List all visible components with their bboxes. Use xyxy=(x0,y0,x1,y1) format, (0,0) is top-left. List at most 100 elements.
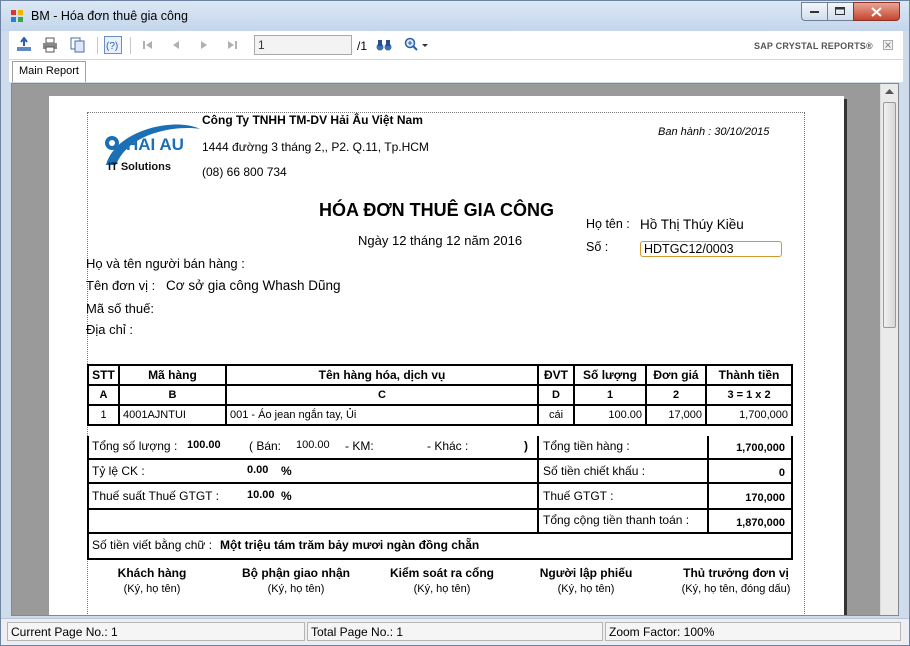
table-cell: 001 - Áo jean ngắn tay, Ủi xyxy=(225,404,539,426)
sale-value: 100.00 xyxy=(296,439,330,451)
signature-title: Bộ phận giao nhận xyxy=(242,566,350,580)
column-header: ĐVT xyxy=(537,364,575,386)
export-button[interactable] xyxy=(15,36,33,54)
page-number-input[interactable] xyxy=(254,35,352,55)
report-viewport[interactable]: HAI AU IT Solutions Công Ty TNHH TM-DV H… xyxy=(11,83,899,616)
report-toolbar: (?) /1 SAP CRYSTAL REPORTS® xyxy=(9,31,903,60)
column-subheader: A xyxy=(87,384,120,406)
summary-line xyxy=(89,532,791,534)
summary-divider xyxy=(537,436,539,532)
column-subheader: D xyxy=(537,384,575,406)
company-name: Công Ty TNHH TM-DV Hải Âu Việt Nam xyxy=(202,113,423,127)
export-icon xyxy=(17,37,31,51)
signature-title: Kiểm soát ra cổng xyxy=(389,566,495,580)
app-icon xyxy=(11,10,23,22)
zoom-icon xyxy=(404,37,428,51)
total-qty-label: Tổng số lượng : xyxy=(92,439,178,453)
unit-value: Cơ sở gia công Whash Dũng xyxy=(166,278,341,293)
tab-bar: Main Report xyxy=(9,60,903,82)
summary-line xyxy=(89,508,791,510)
table-row: 1 4001AJNTUI 001 - Áo jean ngắn tay, Ủi … xyxy=(87,404,793,426)
signature-preparer: Người lập phiếu (Ký, họ tên) xyxy=(511,566,661,595)
window-title: BM - Hóa đơn thuê gia công xyxy=(31,9,188,23)
invoice-date: Ngày 12 tháng 12 năm 2016 xyxy=(358,233,523,248)
company-phone: (08) 66 800 734 xyxy=(202,165,287,179)
customer-name-label: Họ tên : xyxy=(586,217,630,231)
vat-rate-value: 10.00 xyxy=(247,489,275,501)
vat-amount-value: 170,000 xyxy=(745,492,785,504)
grand-total-value: 1,870,000 xyxy=(736,517,785,529)
zoom-dropdown[interactable] xyxy=(403,36,433,54)
close-button[interactable] xyxy=(853,2,900,21)
discount-amount-label: Số tiền chiết khấu : xyxy=(543,464,646,478)
column-subheader: 2 xyxy=(645,384,707,406)
print-button[interactable] xyxy=(41,36,59,54)
grand-total-label: Tổng cộng tiền thanh toán : xyxy=(543,513,690,527)
report-page: HAI AU IT Solutions Công Ty TNHH TM-DV H… xyxy=(49,96,844,615)
sale-label: ( Bán: xyxy=(249,439,282,453)
copy-icon xyxy=(70,37,85,53)
previous-page-button[interactable] xyxy=(167,36,185,54)
first-page-icon xyxy=(143,41,152,49)
first-page-button[interactable] xyxy=(139,36,157,54)
km-label: - KM: xyxy=(345,439,374,453)
status-bar: Current Page No.: 1 Total Page No.: 1 Zo… xyxy=(1,618,909,645)
column-header: Đơn giá xyxy=(645,364,707,386)
invoice-number: HDTGC12/0003 xyxy=(640,241,782,257)
column-subheader: 1 xyxy=(573,384,647,406)
signature-customer: Khách hàng (Ký, họ tên) xyxy=(77,566,227,595)
signature-director: Thủ trưởng đơn vị (Ký, họ tên, đóng dấu) xyxy=(661,566,811,595)
close-icon xyxy=(883,40,893,50)
summary-line xyxy=(89,458,791,460)
amount-in-words: Một triệu tám trăm bảy mươi ngàn đồng ch… xyxy=(220,538,480,552)
logo-text: HAI AU xyxy=(126,135,184,154)
vertical-scrollbar[interactable] xyxy=(880,84,898,615)
column-header: STT xyxy=(87,364,120,386)
summary-divider xyxy=(707,436,709,532)
table-cell: cái xyxy=(537,404,575,426)
table-cell: 17,000 xyxy=(645,404,707,426)
next-page-button[interactable] xyxy=(195,36,213,54)
column-header: Mã hàng xyxy=(118,364,227,386)
previous-page-icon xyxy=(173,41,179,49)
issued-date: Ban hành : 30/10/2015 xyxy=(658,126,770,138)
page-total: /1 xyxy=(357,39,368,53)
company-address: 1444 đường 3 tháng 2,, P2. Q.11, Tp.HCM xyxy=(202,140,429,154)
signature-title: Khách hàng xyxy=(117,566,187,580)
discount-amount-value: 0 xyxy=(778,467,785,479)
copy-button[interactable] xyxy=(69,36,87,54)
maximize-button[interactable] xyxy=(827,2,854,21)
toolbar-separator xyxy=(130,37,131,54)
column-subheader: B xyxy=(118,384,227,406)
maximize-icon xyxy=(835,7,845,15)
vat-rate-label: Thuế suất Thuế GTGT : xyxy=(92,489,219,503)
minimize-button[interactable] xyxy=(801,2,828,21)
discount-rate-label: Tỷ lệ CK : xyxy=(92,464,145,478)
zoom-factor-status: Zoom Factor: 100% xyxy=(605,622,901,641)
total-qty-value: 100.00 xyxy=(187,439,221,451)
title-bar[interactable]: BM - Hóa đơn thuê gia công xyxy=(1,1,909,31)
last-page-icon xyxy=(228,41,237,49)
find-button[interactable] xyxy=(375,36,393,54)
printer-icon xyxy=(43,37,57,53)
close-icon xyxy=(871,6,882,17)
table-cell: 100.00 xyxy=(573,404,647,426)
discount-percent: % xyxy=(281,464,292,478)
total-goods-value: 1,700,000 xyxy=(736,442,785,454)
scrollbar-thumb[interactable] xyxy=(883,102,896,328)
next-page-icon xyxy=(201,41,207,49)
tab-main-report[interactable]: Main Report xyxy=(12,61,86,82)
app-window: BM - Hóa đơn thuê gia công (?) /1 SAP CR… xyxy=(0,0,910,646)
signature-delivery: Bộ phận giao nhận (Ký, họ tên) xyxy=(221,566,371,595)
column-header: Tên hàng hóa, dịch vụ xyxy=(225,364,539,386)
logo-subtext: IT Solutions xyxy=(108,161,171,173)
signature-sub: (Ký, họ tên, đóng dấu) xyxy=(681,583,791,595)
last-page-button[interactable] xyxy=(223,36,241,54)
column-subheader: 3 = 1 x 2 xyxy=(705,384,793,406)
group-tree-icon: (?) xyxy=(106,41,118,52)
signature-title: Người lập phiếu xyxy=(539,566,633,580)
scroll-up-icon[interactable] xyxy=(885,89,894,95)
toggle-group-tree-button[interactable]: (?) xyxy=(104,36,122,54)
table-cell: 4001AJNTUI xyxy=(118,404,227,426)
close-report-button[interactable] xyxy=(879,36,897,54)
